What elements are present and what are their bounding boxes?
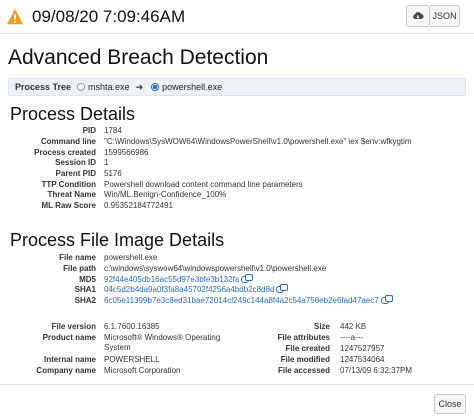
field-value-text: powershell.exe — [104, 253, 158, 262]
field-label: Product name — [42, 333, 96, 342]
field-label: File path — [63, 264, 96, 273]
hash-link[interactable]: 92f44e405db16ac55d97e3bfe3b132fa — [104, 274, 254, 285]
field-value: c:\windows\syswow64\windowspowershell\v1… — [104, 264, 326, 274]
hash-link[interactable]: 6c05e11399b7e3c8ed31bae72014cf249c144a8f… — [104, 295, 393, 306]
field-value: 1 — [104, 158, 108, 168]
field-label: Parent PID — [55, 169, 96, 178]
field-value-text[interactable]: 6c05e11399b7e3c8ed31bae72014cf249c144a8f… — [104, 296, 379, 305]
field-value-text: 5176 — [104, 169, 122, 178]
field-value-text: Win/ML.Benign-Confidence_100% — [104, 190, 227, 199]
radio-parent-process[interactable] — [77, 83, 86, 91]
process-details-title: Process Details — [10, 104, 136, 124]
field-value-text: 1599566986 — [104, 148, 149, 157]
field-value-text[interactable]: 92f44e405db16ac55d97e3bfe3b132fa — [104, 275, 239, 284]
parent-process-name[interactable]: mshta.exe — [88, 82, 130, 92]
field-label: Size — [313, 322, 330, 331]
process-tree-label: Process Tree — [15, 82, 72, 92]
field-value: Powershell download content command line… — [104, 180, 303, 190]
field-value: 5176 — [104, 169, 122, 179]
radio-child-process[interactable] — [151, 83, 160, 91]
field-value-text[interactable]: 04c5d2b4da9a0f3fa8a45702f4256a4bdb2c8d8d — [104, 285, 274, 294]
field-value: 1784 — [104, 126, 122, 136]
field-label: Session ID — [55, 158, 96, 167]
field-value: Win/ML.Benign-Confidence_100% — [104, 190, 226, 200]
field-value-text: c:\windows\syswow64\windowspowershell\v1… — [104, 264, 327, 273]
field-value-text: 442 KB — [340, 322, 367, 331]
field-value: 1247534064 — [340, 355, 385, 365]
field-label: Command line — [40, 137, 96, 146]
field-label: File accessed — [277, 366, 330, 375]
field-label: File created — [285, 344, 330, 353]
field-label: Company name — [36, 366, 96, 375]
field-value-text: 0.95352184772491 — [104, 201, 173, 210]
field-value: powershell.exe — [104, 253, 157, 263]
field-value-text: 1 — [104, 158, 109, 167]
field-label: File attributes — [277, 333, 330, 342]
field-label: Process created — [34, 148, 96, 157]
close-button[interactable]: Close — [434, 394, 466, 414]
field-label: SHA1 — [74, 285, 96, 294]
field-value: 442 KB — [340, 322, 366, 332]
field-value: 07/13/09 6:32:37PM — [340, 366, 412, 376]
field-label: Threat Name — [47, 190, 96, 199]
field-value: 1599566986 — [104, 148, 149, 158]
cloud-download-icon — [413, 12, 424, 19]
field-value-text: 1247534064 — [340, 355, 385, 364]
field-value-text: 6.1.7600.16385 — [104, 322, 160, 331]
field-label: PID — [82, 126, 96, 135]
modal-header: 09/08/20 7:09:46AM JSON — [0, 0, 474, 34]
field-value: ----a--- — [340, 333, 363, 343]
field-value-text: Powershell download content command line… — [104, 180, 303, 189]
field-value-text: Microsoft® Windows® Operating System — [104, 333, 221, 352]
hash-link[interactable]: 04c5d2b4da9a0f3fa8a45702f4256a4bdb2c8d8d — [104, 284, 289, 295]
copy-icon[interactable] — [380, 295, 393, 305]
page-title: Advanced Breach Detection — [8, 46, 269, 69]
field-value: Microsoft® Windows® Operating System — [104, 333, 234, 353]
field-value: POWERSHELL — [104, 355, 160, 365]
field-label: File version — [51, 322, 96, 331]
field-label: File name — [59, 253, 96, 262]
field-label: MD5 — [79, 275, 96, 284]
field-value: 6.1.7600.16385 — [104, 322, 160, 332]
field-value-text: POWERSHELL — [104, 355, 160, 364]
warning-icon — [6, 8, 24, 25]
field-label: SHA2 — [74, 296, 96, 305]
field-value: 0.95352184772491 — [104, 201, 173, 211]
field-value: Microsoft Corporation — [104, 366, 180, 376]
process-tree-bar: Process Tree mshta.exe ➜ powershell.exe — [8, 78, 466, 96]
field-value-text: "C:\Windows\SysWOW64\WindowsPowerShell\v… — [104, 137, 412, 146]
modal-footer: Close — [0, 384, 474, 420]
field-value-text: Microsoft Corporation — [104, 366, 181, 375]
field-value-text: ----a--- — [340, 333, 364, 342]
field-label: Internal name — [43, 355, 96, 364]
field-label: ML Raw Score — [41, 201, 96, 210]
field-label: TTP Condition — [41, 180, 96, 189]
field-value: 1247527957 — [340, 344, 385, 354]
file-details-title: Process File Image Details — [10, 230, 225, 250]
field-value-text: 1247527957 — [340, 344, 385, 353]
field-value: "C:\Windows\SysWOW64\WindowsPowerShell\v… — [104, 137, 412, 147]
field-value-text: 1784 — [104, 126, 122, 135]
copy-icon[interactable] — [276, 284, 289, 294]
field-label: File modified — [280, 355, 330, 364]
field-value-text: 07/13/09 6:32:37PM — [340, 366, 413, 375]
event-timestamp: 09/08/20 7:09:46AM — [32, 7, 186, 26]
arrow-right-icon: ➜ — [135, 81, 144, 92]
download-button[interactable] — [406, 5, 430, 27]
json-button[interactable]: JSON — [430, 5, 460, 27]
child-process-name[interactable]: powershell.exe — [162, 82, 222, 92]
copy-icon[interactable] — [241, 274, 254, 284]
